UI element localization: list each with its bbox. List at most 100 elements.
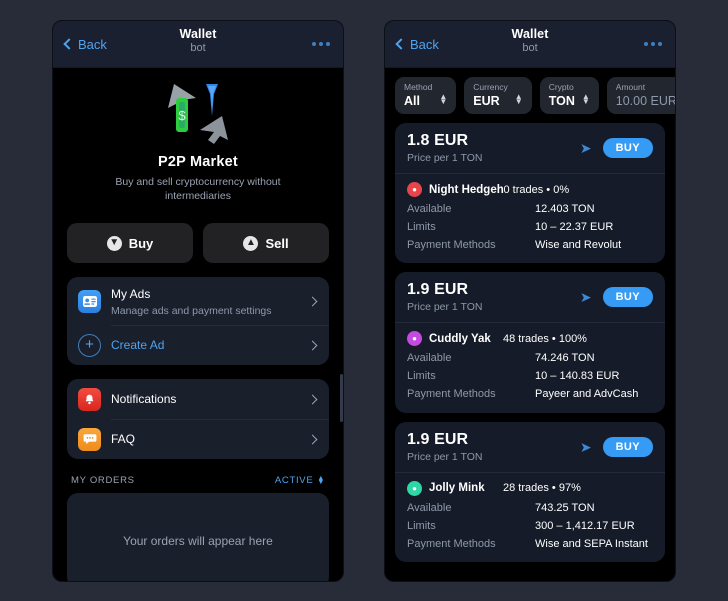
- create-ad-text: Create Ad: [111, 336, 299, 354]
- detail-key: Limits: [407, 519, 436, 532]
- offer-card-body: ● Jolly Mink 28 trades • 97% Available 7…: [395, 473, 665, 562]
- plus-circle-icon: +: [78, 333, 101, 357]
- chevron-right-icon: [307, 296, 318, 307]
- more-icon[interactable]: [644, 42, 662, 46]
- filter-chip-crypto[interactable]: Crypto TON ▲ ▼: [539, 77, 599, 114]
- create-ad-title: Create Ad: [111, 338, 165, 353]
- offer-price-subtitle: Price per 1 TON: [407, 450, 483, 463]
- left-back-button[interactable]: Back: [63, 36, 107, 52]
- chevron-right-icon: [307, 434, 318, 445]
- right-back-label: Back: [410, 36, 439, 52]
- menu-item-notifications[interactable]: Notifications: [67, 379, 329, 419]
- buy-button-label: Buy: [128, 235, 154, 251]
- faq-text: FAQ: [111, 430, 299, 448]
- detail-value: 74.246 TON: [535, 352, 595, 365]
- orders-empty-box: Your orders will appear here: [67, 493, 329, 581]
- detail-key: Limits: [407, 370, 436, 383]
- share-arrow-icon[interactable]: ➤: [580, 290, 592, 304]
- menu-item-faq[interactable]: FAQ: [67, 419, 329, 459]
- arrow-down-circle-icon: ▼: [106, 235, 122, 251]
- sell-button[interactable]: ▲ Sell: [203, 223, 329, 264]
- chevron-updown-icon: ▲ ▼: [514, 92, 523, 107]
- seller-name: Jolly Mink: [429, 482, 485, 495]
- seller-row: ● Cuddly Yak 48 trades • 100%: [407, 331, 653, 347]
- orders-filter-label: ACTIVE: [274, 475, 314, 487]
- offer-buy-button[interactable]: BUY: [602, 436, 653, 457]
- detail-value: Wise and SEPA Instant: [535, 537, 648, 550]
- left-phone-body: $ P2P Market Buy and sell cryptocurrency…: [53, 68, 343, 581]
- seller-row: ● Night Hedgeh 0 trades • 0%: [407, 182, 653, 197]
- crypto-filter-label: Crypto: [548, 82, 574, 92]
- detail-value: 12.403 TON: [535, 203, 595, 215]
- menu-item-create-ad[interactable]: + Create Ad: [67, 325, 329, 365]
- more-icon[interactable]: [312, 42, 330, 46]
- buy-button[interactable]: ▼ Buy: [67, 223, 193, 264]
- my-orders-header: MY ORDERS ACTIVE ▲ ▼: [53, 459, 343, 493]
- filter-chip-method[interactable]: Method All ▲ ▼: [395, 77, 457, 114]
- left-back-label: Back: [78, 36, 107, 52]
- seller-name: Night Hedgeh: [429, 183, 504, 196]
- filter-chip-amount[interactable]: Amount 10.00 EUR: [606, 77, 675, 114]
- left-app-header: Back Wallet bot: [53, 21, 343, 68]
- offer-price: 1.8 EUR: [407, 132, 469, 149]
- right-phone-body: Method All ▲ ▼ Currency EUR ▲ ▼ Crypto TON: [385, 68, 675, 581]
- screenshot-root: Back Wallet bot $ P2P Market Buy and sel…: [0, 0, 728, 601]
- buy-sell-row: ▼ Buy ▲ Sell: [53, 209, 343, 264]
- my-ads-title: My Ads: [111, 287, 151, 302]
- filter-chip-currency[interactable]: Currency EUR ▲ ▼: [464, 77, 532, 114]
- my-orders-label: MY ORDERS: [71, 475, 135, 487]
- faq-title: FAQ: [111, 432, 136, 447]
- filter-chip-bar: Method All ▲ ▼ Currency EUR ▲ ▼ Crypto TON: [385, 68, 675, 123]
- offer-card-body: ● Cuddly Yak 48 trades • 100% Available …: [395, 323, 665, 412]
- offer-detail-row: Limits 300 – 1,412.17 EUR: [407, 518, 653, 536]
- offer-detail-row: Limits 10 – 140.83 EUR: [407, 368, 653, 386]
- chevron-updown-icon: ▲ ▼: [581, 92, 590, 107]
- detail-value: Payeer and AdvCash: [535, 388, 639, 401]
- currency-filter-label: Currency: [473, 82, 508, 92]
- avatar: ●: [407, 331, 422, 347]
- crypto-filter-value: TON: [548, 94, 575, 108]
- offer-detail-row: Available 12.403 TON: [407, 201, 653, 219]
- hero-subtitle: Buy and sell cryptocurrency without inte…: [115, 176, 281, 203]
- detail-value: 743.25 TON: [535, 501, 595, 514]
- offer-detail-row: Limits 10 – 22.37 EUR: [407, 219, 653, 237]
- share-arrow-icon[interactable]: ➤: [580, 141, 592, 155]
- bell-icon: [78, 387, 101, 411]
- offer-price-subtitle: Price per 1 TON: [407, 152, 483, 164]
- offer-list: 1.8 EUR Price per 1 TON ➤ BUY ● Night He…: [385, 123, 675, 563]
- offer-card[interactable]: 1.9 EUR Price per 1 TON ➤ BUY ● Jolly Mi…: [395, 421, 665, 563]
- right-phone-frame: Back Wallet bot Method All ▲ ▼ Currency …: [384, 20, 676, 582]
- ads-menu-group: My Ads Manage ads and payment settings +…: [67, 277, 329, 366]
- arrow-up-circle-icon: ▲: [243, 235, 259, 251]
- detail-key: Payment Methods: [407, 238, 496, 251]
- offer-card[interactable]: 1.9 EUR Price per 1 TON ➤ BUY ● Cuddly Y…: [395, 272, 665, 413]
- chevron-left-icon: [63, 38, 75, 50]
- offer-detail-row: Payment Methods Wise and SEPA Instant: [407, 536, 653, 554]
- p2p-hero: $ P2P Market Buy and sell cryptocurrency…: [53, 68, 343, 210]
- my-ads-text: My Ads Manage ads and payment settings: [111, 285, 299, 317]
- orders-filter-button[interactable]: ACTIVE ▲ ▼: [274, 475, 325, 487]
- share-arrow-icon[interactable]: ➤: [580, 440, 592, 454]
- right-back-button[interactable]: Back: [395, 36, 439, 52]
- offer-detail-row: Payment Methods Payeer and AdvCash: [407, 386, 653, 404]
- detail-key: Available: [407, 352, 452, 365]
- chevron-right-icon: [307, 394, 318, 405]
- currency-filter-value: EUR: [473, 94, 500, 108]
- avatar: ●: [407, 182, 422, 197]
- offer-buy-button[interactable]: BUY: [602, 138, 653, 158]
- offer-detail-row: Payment Methods Wise and Revolut: [407, 237, 653, 255]
- seller-stats: 48 trades • 100%: [503, 332, 587, 345]
- offer-buy-button[interactable]: BUY: [602, 287, 653, 308]
- method-filter-value: All: [404, 94, 420, 108]
- offer-card-header: 1.9 EUR Price per 1 TON ➤ BUY: [395, 422, 665, 473]
- settings-menu-group: Notifications FAQ: [67, 379, 329, 460]
- p2p-illustration-icon: $: [138, 82, 258, 144]
- offer-price: 1.9 EUR: [407, 430, 469, 448]
- offer-card[interactable]: 1.8 EUR Price per 1 TON ➤ BUY ● Night He…: [395, 123, 665, 264]
- menu-item-my-ads[interactable]: My Ads Manage ads and payment settings: [67, 277, 329, 325]
- left-phone-frame: Back Wallet bot $ P2P Market Buy and sel…: [52, 20, 344, 582]
- offer-card-header: 1.9 EUR Price per 1 TON ➤ BUY: [395, 272, 665, 324]
- detail-key: Payment Methods: [407, 388, 496, 401]
- scrollbar-indicator[interactable]: [340, 374, 343, 422]
- id-card-icon: [78, 289, 101, 313]
